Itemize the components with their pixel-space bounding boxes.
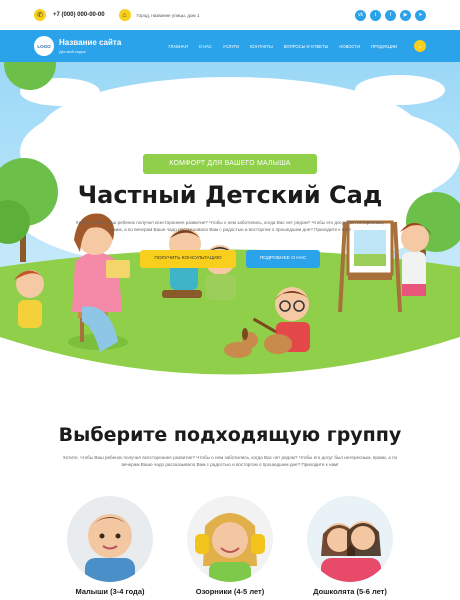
group-photo-toddlers[interactable] (67, 496, 153, 582)
menu-item-services[interactable]: Услуги (223, 44, 239, 49)
menu-item-about[interactable]: О нас (199, 44, 212, 49)
twitter-icon[interactable]: t (370, 9, 381, 21)
logo[interactable]: LOGO (34, 36, 54, 56)
vk-icon[interactable]: vk (355, 9, 366, 21)
menu-item-faq[interactable]: Вопросы и ответы (284, 44, 329, 49)
hero-section: КОМФОРТ ДЛЯ ВАШЕГО МАЛЫША Частный Детски… (0, 62, 460, 392)
menu-item-home[interactable]: Главная (169, 44, 188, 49)
social-links: vk t f ▶ ➤ (355, 9, 426, 21)
site-title[interactable]: Название сайта (59, 38, 121, 47)
groups-description: Хотите, чтобы Ваш ребенок получил всесто… (62, 455, 398, 467)
top-bar: ✆ +7 (000) 000-00-00 ⌂ Город, название у… (0, 0, 460, 30)
menu-item-products[interactable]: Продукции (371, 44, 397, 49)
facebook-icon[interactable]: f (385, 9, 396, 21)
phone-number[interactable]: +7 (000) 000-00-00 (53, 12, 105, 18)
menu-item-news[interactable]: Новости (339, 44, 360, 49)
main-menu: Главная О нас Услуги Контакты Вопросы и … (169, 40, 426, 52)
group-label-preschoolers[interactable]: Дошколята (5-6 лет) (295, 587, 405, 596)
about-us-button[interactable]: Подробнее о нас (246, 250, 320, 268)
phone-icon: ✆ (34, 9, 46, 21)
brand: Название сайта Детский садик (59, 38, 121, 54)
group-label-toddlers[interactable]: Малыши (3-4 года) (55, 587, 165, 596)
hero-title: Частный Детский Сад (77, 181, 383, 209)
group-photo-rascals[interactable] (187, 496, 273, 582)
group-card-rascals[interactable]: Озорники (4-5 лет) (175, 496, 285, 596)
youtube-icon[interactable]: ▶ (400, 9, 411, 21)
group-card-preschoolers[interactable]: Дошколята (5-6 лет) (295, 496, 405, 596)
address-text: Город, название улицы, дом 1 (136, 12, 200, 18)
menu-item-contacts[interactable]: Контакты (250, 44, 273, 49)
groups-title: Выберите подходящую группу (58, 424, 402, 446)
hero-description: Хотите, чтобы Ваш ребенок получил всесто… (75, 220, 385, 232)
group-photo-preschoolers[interactable] (307, 496, 393, 582)
nav-bar: LOGO Название сайта Детский садик Главна… (0, 30, 460, 62)
group-label-rascals[interactable]: Озорники (4-5 лет) (175, 587, 285, 596)
search-icon[interactable]: ⌕ (414, 40, 426, 52)
hero-badge: КОМФОРТ ДЛЯ ВАШЕГО МАЛЫША (143, 154, 317, 174)
location-icon: ⌂ (118, 9, 131, 21)
get-consultation-button[interactable]: Получить консультацию (140, 250, 236, 268)
telegram-icon[interactable]: ➤ (415, 9, 426, 21)
group-card-toddlers[interactable]: Малыши (3-4 года) (55, 496, 165, 596)
site-subtitle: Детский садик (59, 49, 86, 54)
